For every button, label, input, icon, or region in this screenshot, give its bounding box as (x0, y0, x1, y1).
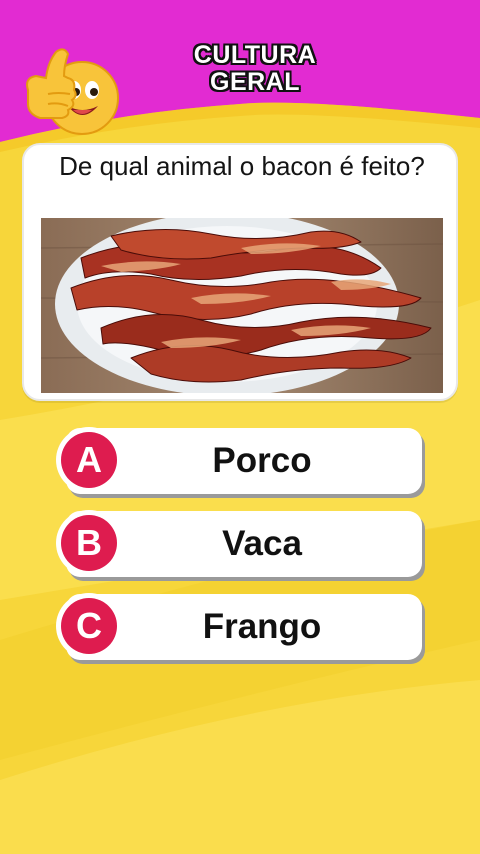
thumbs-up-smiley-icon (26, 48, 119, 135)
game-title: CULTURA GERAL (150, 42, 360, 96)
answer-c-label: Frango (202, 607, 322, 646)
question-text: De qual animal o bacon é feito? (59, 151, 425, 181)
answer-a-label: Porco (212, 441, 312, 480)
question-card: De qual animal o bacon é feito? (22, 143, 458, 401)
answer-option-b[interactable]: Vaca B (56, 510, 422, 579)
answer-option-c[interactable]: Frango C (56, 593, 422, 662)
header: CULTURA GERAL (0, 0, 480, 140)
title-line-2: GERAL (210, 68, 300, 96)
answer-c-badge: C (56, 593, 122, 659)
answer-b-letter: B (61, 515, 117, 571)
answer-option-a[interactable]: Porco A (56, 427, 422, 496)
answer-a-badge: A (56, 427, 122, 493)
answer-b-badge: B (56, 510, 122, 576)
bacon-image (41, 218, 443, 393)
title-line-1: CULTURA (193, 41, 317, 69)
answer-b-label: Vaca (222, 524, 302, 563)
answer-c-letter: C (61, 598, 117, 654)
answer-a-letter: A (61, 432, 117, 488)
